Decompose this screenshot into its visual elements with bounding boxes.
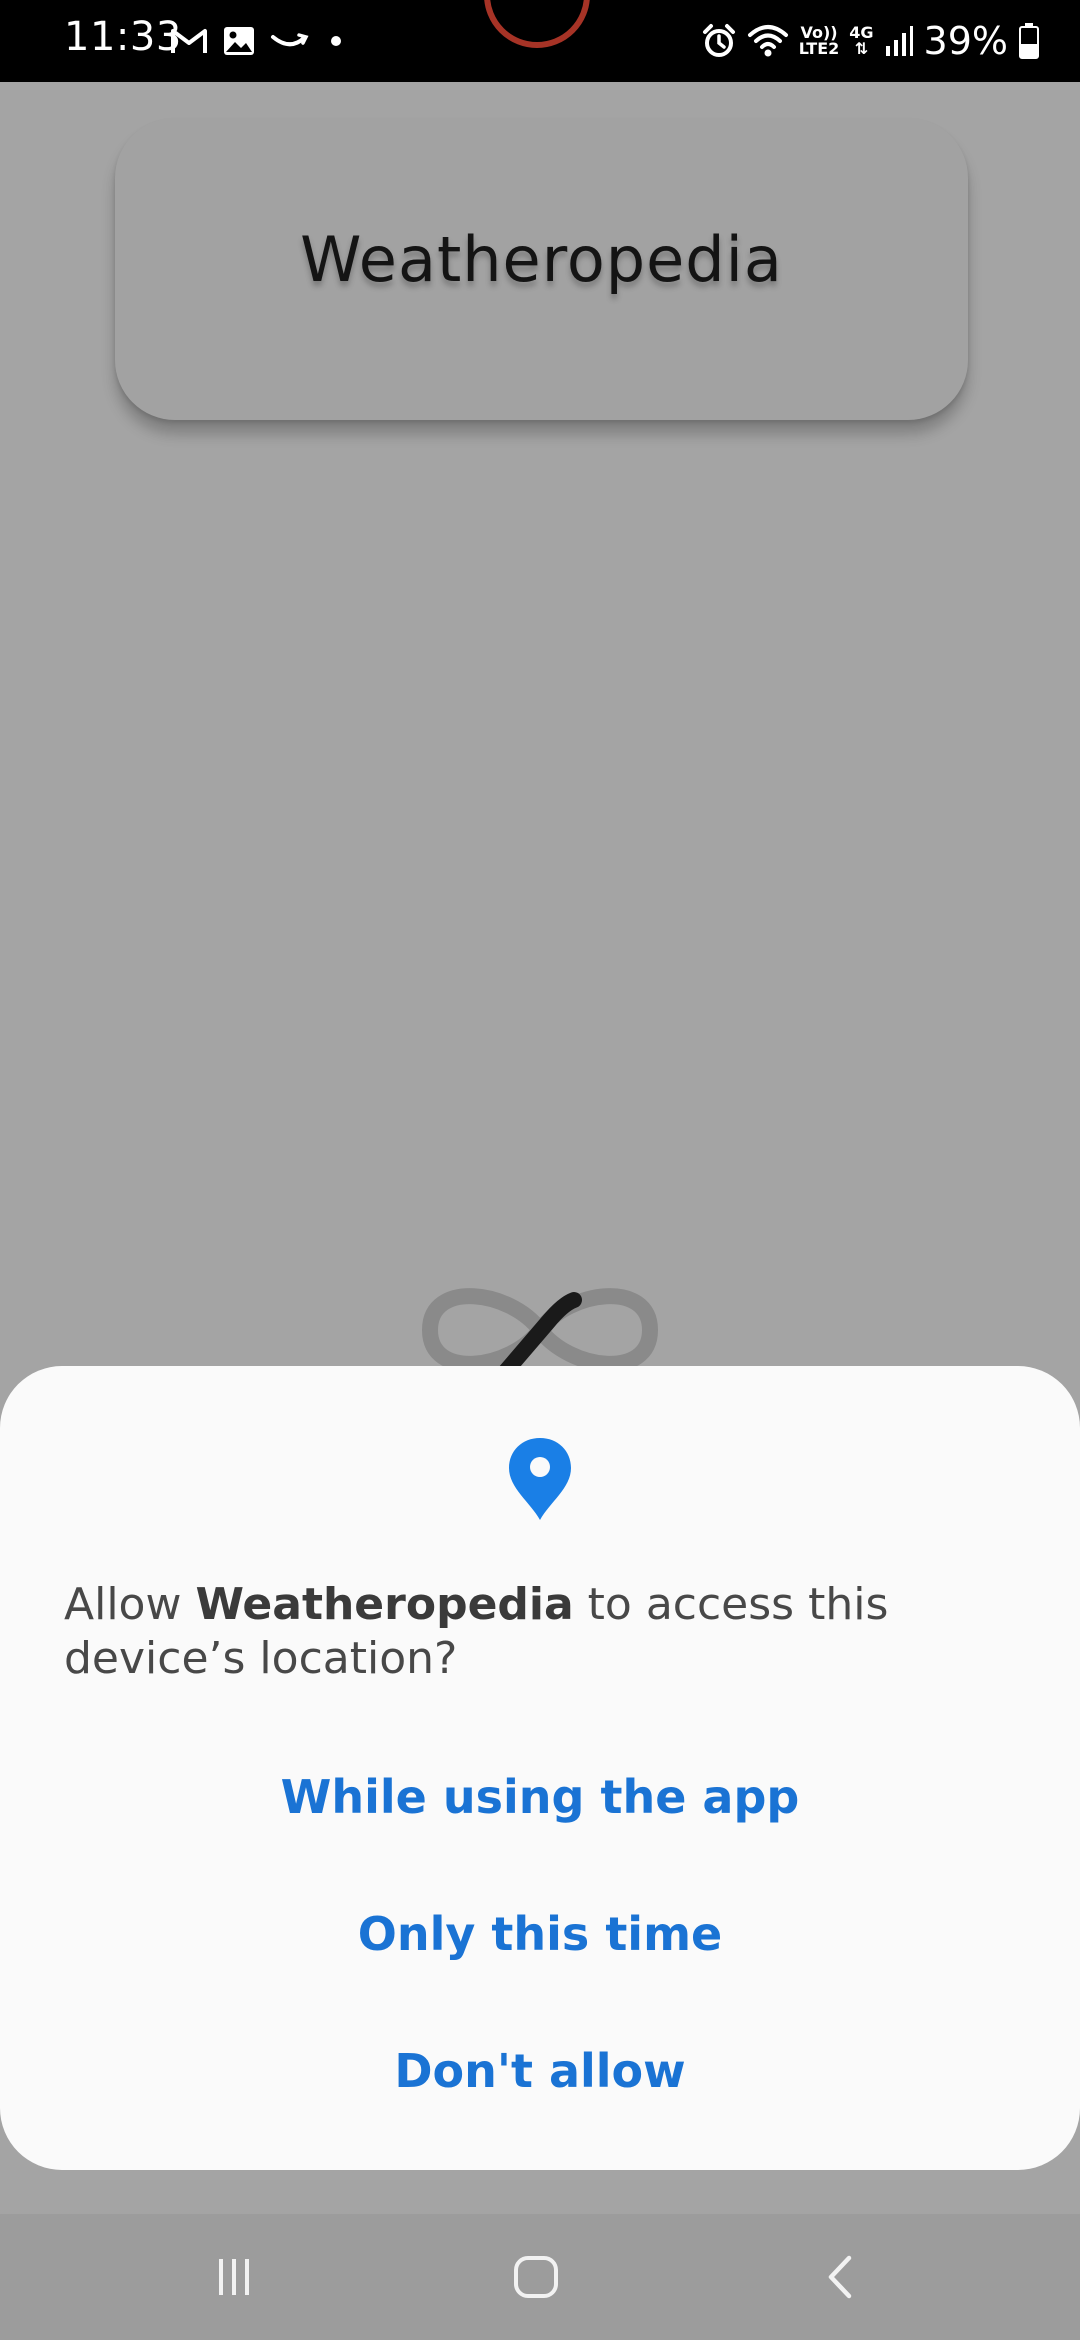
recent-apps-button[interactable] bbox=[194, 2244, 274, 2310]
status-system-icons: Vo)) LTE2 4G ⇅ 39% bbox=[701, 14, 1040, 68]
location-permission-dialog: Allow Weatheropedia to access this devic… bbox=[0, 1366, 1080, 2170]
while-using-app-button[interactable]: While using the app bbox=[0, 1737, 1080, 1857]
camera-cutout bbox=[484, 0, 590, 48]
message-app-name: Weatheropedia bbox=[195, 1579, 574, 1630]
volte-indicator: Vo)) LTE2 bbox=[798, 23, 840, 58]
status-time: 11:33 bbox=[64, 14, 182, 60]
dialog-message: Allow Weatheropedia to access this devic… bbox=[64, 1578, 1024, 1686]
network-type-indicator: 4G ⇅ bbox=[849, 23, 874, 58]
battery-icon bbox=[1018, 22, 1040, 60]
screen: 11:33 Vo)) LTE2 4G ⇅ 39% Weatheropedia A… bbox=[0, 0, 1080, 2340]
dont-allow-button[interactable]: Don't allow bbox=[0, 2011, 1080, 2131]
navigation-bar bbox=[0, 2214, 1080, 2340]
wifi-icon bbox=[747, 23, 789, 59]
back-icon bbox=[828, 2255, 852, 2299]
battery-percent: 39% bbox=[923, 19, 1008, 63]
home-icon bbox=[514, 2256, 558, 2298]
message-prefix: Allow bbox=[64, 1579, 196, 1630]
alarm-icon bbox=[701, 23, 737, 59]
back-button[interactable] bbox=[800, 2244, 880, 2310]
app-title: Weatheropedia bbox=[300, 223, 783, 296]
dot-icon bbox=[324, 29, 348, 53]
app-title-card: Weatheropedia bbox=[115, 118, 968, 420]
gallery-icon bbox=[222, 25, 256, 57]
location-pin-icon bbox=[509, 1438, 571, 1520]
home-button[interactable] bbox=[496, 2244, 576, 2310]
data-arrows-icon: ⇅ bbox=[854, 39, 869, 58]
only-this-time-button[interactable]: Only this time bbox=[0, 1874, 1080, 1994]
status-bar: 11:33 Vo)) LTE2 4G ⇅ 39% bbox=[0, 0, 1080, 82]
amazon-icon bbox=[270, 29, 310, 53]
gmail-icon bbox=[170, 26, 208, 56]
recent-apps-icon bbox=[219, 2259, 249, 2295]
status-notification-icons bbox=[170, 18, 348, 64]
signal-icon bbox=[884, 24, 914, 58]
